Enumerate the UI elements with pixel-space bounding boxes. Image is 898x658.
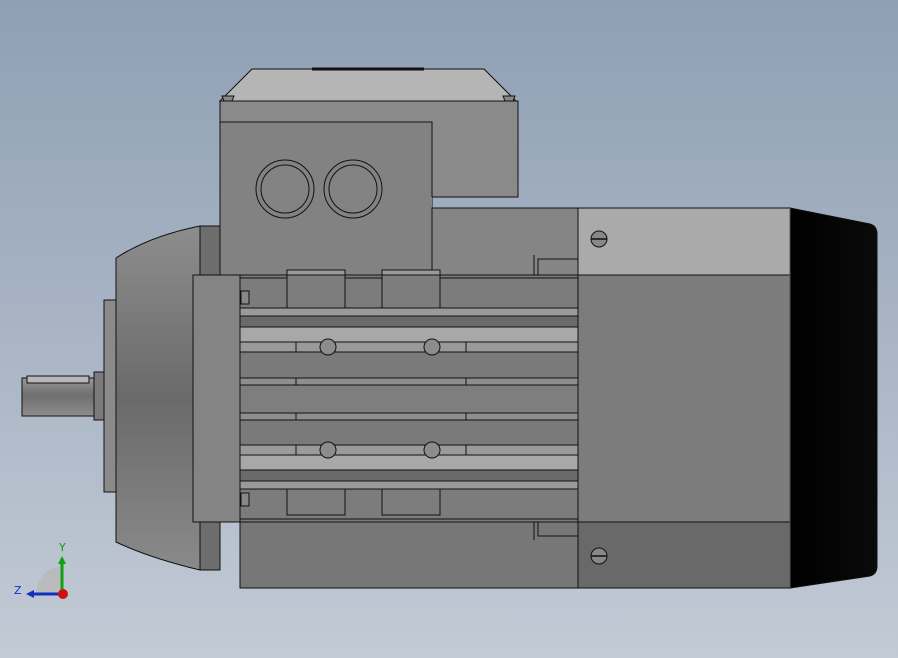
graphics-viewport[interactable]: Y Z	[0, 0, 898, 658]
cable-gland-left[interactable]	[255, 159, 315, 219]
y-axis-label: Y	[58, 541, 66, 554]
screw-bottom	[590, 547, 608, 565]
end-cap[interactable]	[789, 207, 878, 589]
fan-cover[interactable]	[577, 207, 791, 589]
axis-triad: Y Z	[14, 541, 68, 599]
z-arrow-icon	[26, 590, 34, 598]
terminal-box-lid[interactable]	[218, 67, 518, 102]
screw-top	[590, 230, 608, 248]
x-axis-point	[58, 589, 68, 599]
cable-gland-right[interactable]	[323, 159, 383, 219]
cooling-fins[interactable]	[239, 277, 579, 520]
y-arrow-icon	[58, 556, 66, 564]
z-axis-label: Z	[14, 584, 22, 597]
shaft[interactable]	[21, 371, 107, 421]
shaft-key	[26, 375, 90, 384]
lid-screw-left	[221, 95, 235, 102]
motor-model[interactable]	[0, 0, 898, 658]
lid-screw-right	[502, 95, 516, 102]
triad-plane	[35, 566, 62, 594]
